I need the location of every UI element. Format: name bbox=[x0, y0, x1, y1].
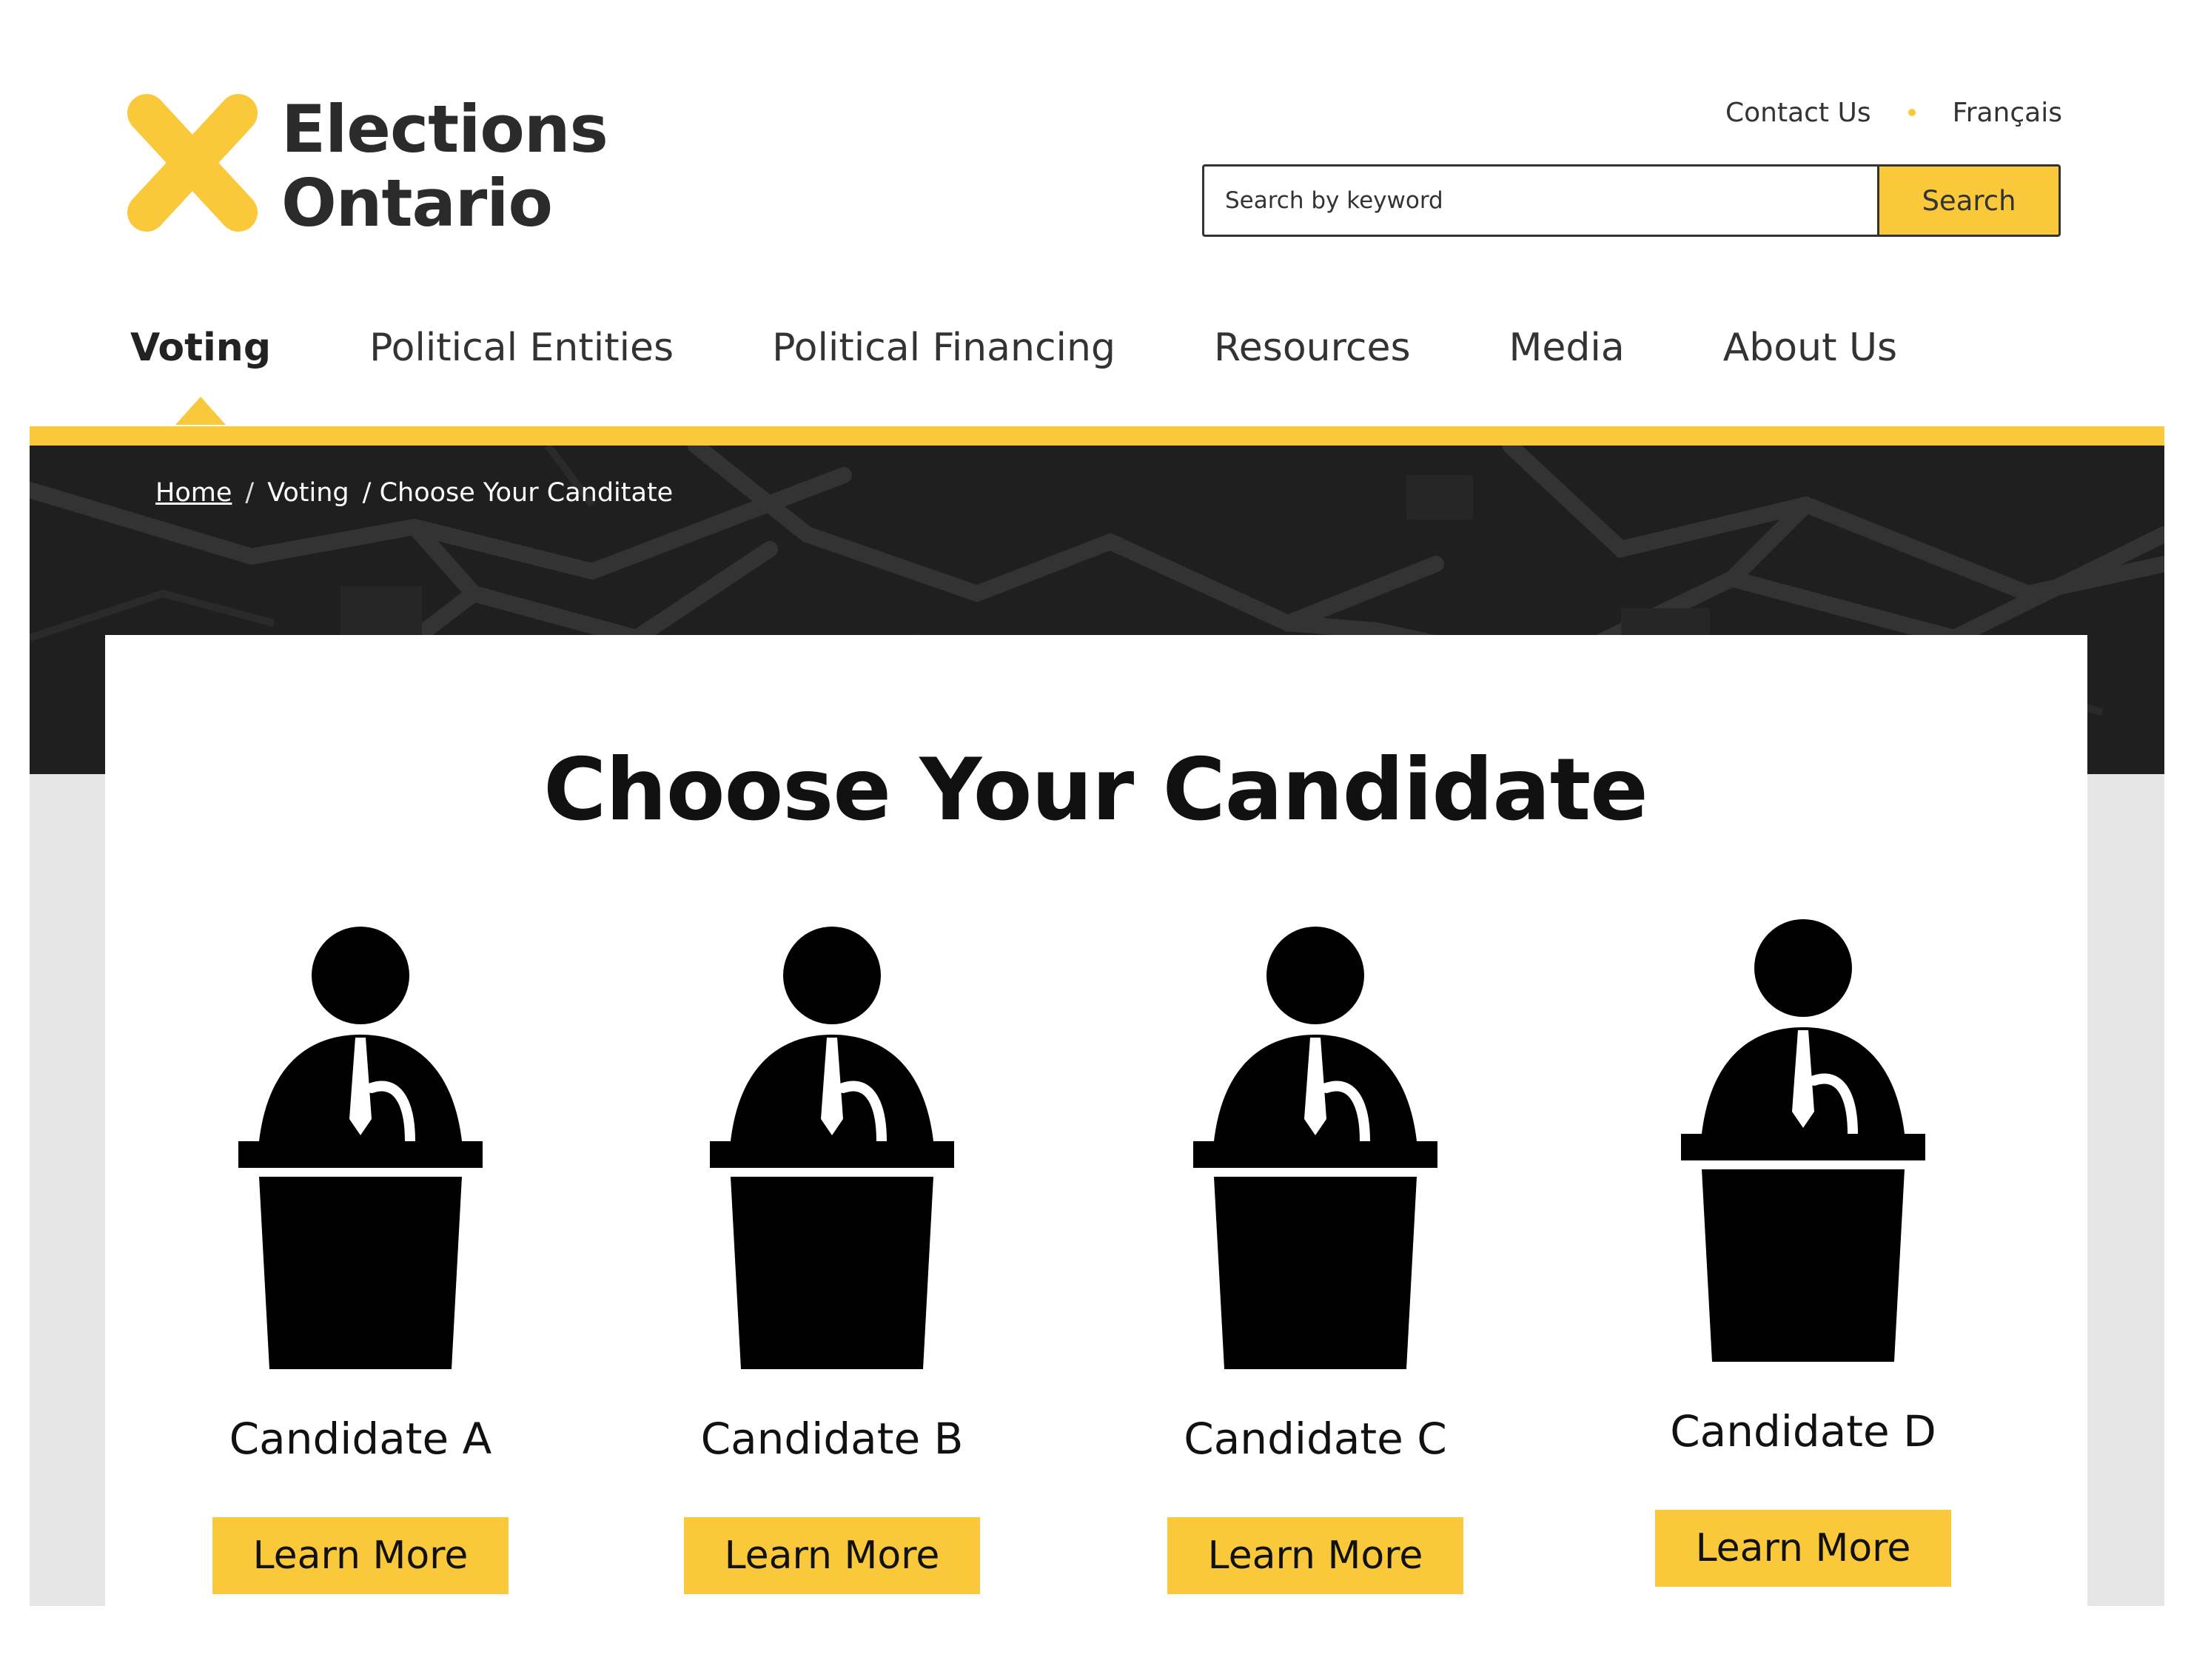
nav-item-voting[interactable]: Voting bbox=[130, 326, 271, 385]
nav-item-political-financing[interactable]: Political Financing bbox=[772, 326, 1115, 385]
search-bar: Search bbox=[1202, 164, 2061, 237]
brand-name-line2: Ontario bbox=[281, 165, 553, 241]
candidate-name: Candidate A bbox=[229, 1414, 492, 1464]
nav-item-political-entities[interactable]: Political Entities bbox=[369, 326, 674, 385]
utility-nav: Contact Us Français bbox=[1725, 90, 2062, 135]
contact-us-link[interactable]: Contact Us bbox=[1725, 98, 1871, 128]
candidate-card-a: Candidate A Learn More bbox=[153, 925, 568, 1594]
breadcrumb-voting-link[interactable]: Voting bbox=[267, 478, 349, 508]
language-toggle-link[interactable]: Français bbox=[1953, 98, 2062, 128]
brand-logo[interactable]: Elections Ontario bbox=[126, 93, 608, 241]
candidate-name: Candidate B bbox=[700, 1414, 964, 1464]
candidate-card-b: Candidate B Learn More bbox=[625, 925, 1039, 1594]
brand-name: Elections Ontario bbox=[281, 93, 608, 241]
breadcrumb: Home / Voting / Choose Your Canditate bbox=[155, 478, 673, 508]
nav-underline-bar bbox=[30, 426, 2164, 446]
candidate-card-d: Candidate D Learn More bbox=[1596, 918, 2010, 1587]
main-nav: Voting Political Entities Political Fina… bbox=[130, 326, 1897, 385]
candidate-card-c: Candidate C Learn More bbox=[1108, 925, 1523, 1594]
candidate-podium-icon bbox=[238, 927, 483, 1369]
nav-item-resources[interactable]: Resources bbox=[1214, 326, 1411, 385]
learn-more-button-b[interactable]: Learn More bbox=[684, 1517, 980, 1594]
breadcrumb-home-link[interactable]: Home bbox=[155, 478, 232, 508]
separator-dot-icon bbox=[1908, 109, 1916, 116]
nav-item-about-us[interactable]: About Us bbox=[1723, 326, 1897, 385]
nav-item-media[interactable]: Media bbox=[1509, 326, 1625, 385]
candidate-name: Candidate D bbox=[1670, 1406, 1936, 1456]
candidate-podium-icon bbox=[1193, 927, 1437, 1369]
breadcrumb-current: / Choose Your Canditate bbox=[362, 478, 674, 508]
candidate-podium-icon bbox=[1681, 919, 1925, 1362]
page-title: Choose Your Candidate bbox=[543, 740, 1648, 840]
breadcrumb-separator: / bbox=[245, 478, 255, 508]
candidate-name: Candidate C bbox=[1184, 1414, 1447, 1464]
search-input[interactable] bbox=[1202, 164, 1877, 237]
learn-more-button-d[interactable]: Learn More bbox=[1655, 1510, 1951, 1587]
x-logo-icon bbox=[127, 94, 258, 232]
learn-more-button-a[interactable]: Learn More bbox=[212, 1517, 509, 1594]
brand-name-line1: Elections bbox=[281, 91, 608, 167]
candidate-podium-icon bbox=[710, 927, 954, 1369]
learn-more-button-c[interactable]: Learn More bbox=[1167, 1517, 1463, 1594]
search-button[interactable]: Search bbox=[1877, 164, 2061, 237]
